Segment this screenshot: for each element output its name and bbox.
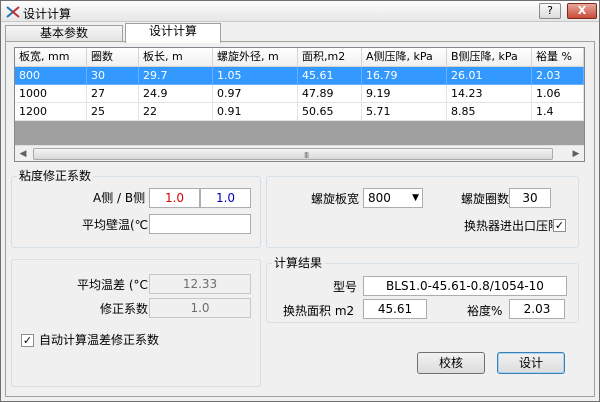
title-bar: 设计计算 ? X [1,1,599,22]
pressure-drop-checkbox[interactable]: ✓ [553,219,566,232]
cell-area: 50.65 [298,103,362,121]
heat-area-label: 换热面积 m2 [283,304,355,318]
column-header[interactable]: 圈数 [87,48,139,67]
auto-correction-label: 自动计算温差修正系数 [39,333,160,347]
table-header: 板宽, mm 圈数 板长, m 螺旋外径, m 面积,m2 A侧压降, kPa … [15,48,584,67]
results-group-title: 计算结果 [272,256,325,270]
column-header[interactable]: 裕量 % [532,48,584,67]
cell-plate-length: 22 [139,103,213,121]
column-header[interactable]: 螺旋外径, m [213,48,298,67]
cell-area: 47.89 [298,85,362,103]
cell-b-pressure-drop: 14.23 [447,85,532,103]
turns-field[interactable]: 30 [509,188,551,208]
auto-correction-checkbox[interactable]: ✓ [21,334,34,347]
table-row[interactable]: 1000 27 24.9 0.97 47.89 9.19 14.23 1.06 [15,85,584,103]
cell-plate-width: 800 [15,67,87,85]
app-icon [6,6,20,18]
viscosity-group [11,176,261,248]
spiral-params-group [266,176,579,248]
plate-width-select[interactable]: 800 ▼ [363,188,423,208]
table-row[interactable]: 800 30 29.7 1.05 45.61 16.79 26.01 2.03 [15,67,584,85]
grip-icon: III [304,151,309,160]
cell-plate-length: 29.7 [139,67,213,85]
a-side-value: 1.0 [164,191,185,205]
help-button[interactable]: ? [539,3,561,19]
pressure-drop-label: 换热器进出口压降 [464,219,561,233]
cell-a-pressure-drop: 5.71 [362,103,447,121]
cell-outer-diameter: 0.91 [213,103,298,121]
ab-side-label: A侧 / B侧 [93,191,146,205]
tab-basic-params[interactable]: 基本参数 [5,25,123,42]
plate-width-label: 螺旋板宽 [311,192,360,206]
wall-temp-label: 平均壁温(℃) [82,218,153,232]
results-table: 板宽, mm 圈数 板长, m 螺旋外径, m 面积,m2 A侧压降, kPa … [14,47,585,162]
correction-factor-field: 1.0 [149,298,251,318]
horizontal-scrollbar[interactable]: ◀ III ▶ [15,145,584,161]
cell-b-pressure-drop: 26.01 [447,67,532,85]
viscosity-group-title: 粘度修正系数 [17,169,94,183]
column-header[interactable]: 面积,m2 [298,48,362,67]
cell-a-pressure-drop: 16.79 [362,67,447,85]
check-button[interactable]: 校核 [417,352,485,374]
cell-margin: 1.4 [532,103,584,121]
a-side-field[interactable]: 1.0 [149,188,200,208]
scroll-left-icon[interactable]: ◀ [15,146,31,162]
b-side-field[interactable]: 1.0 [200,188,251,208]
window-title: 设计计算 [23,7,72,21]
table-row[interactable]: 1200 25 22 0.91 50.65 5.71 8.85 1.4 [15,103,584,121]
scroll-right-icon[interactable]: ▶ [568,146,584,162]
design-calc-window: 设计计算 ? X 基本参数 设计计算 板宽, mm 圈数 板长, m 螺旋外径,… [0,0,600,402]
cell-outer-diameter: 0.97 [213,85,298,103]
cell-outer-diameter: 1.05 [213,67,298,85]
plate-width-value: 800 [368,191,391,205]
cell-a-pressure-drop: 9.19 [362,85,447,103]
design-button[interactable]: 设计 [497,352,565,374]
cell-turns: 25 [87,103,139,121]
cell-plate-width: 1200 [15,103,87,121]
chevron-down-icon: ▼ [412,193,419,203]
tab-design-calc[interactable]: 设计计算 [125,23,221,43]
cell-margin: 1.06 [532,85,584,103]
cell-b-pressure-drop: 8.85 [447,103,532,121]
margin-field[interactable]: 2.03 [509,299,565,319]
model-field[interactable]: BLS1.0-45.61-0.8/1054-10 [363,276,567,296]
column-header[interactable]: 板长, m [139,48,213,67]
close-button[interactable]: X [567,3,597,19]
margin-label: 裕度% [467,304,503,318]
cell-margin: 2.03 [532,67,584,85]
cell-plate-width: 1000 [15,85,87,103]
cell-turns: 30 [87,67,139,85]
model-label: 型号 [333,280,358,294]
turns-label: 螺旋圈数 [461,192,510,206]
column-header[interactable]: 板宽, mm [15,48,87,67]
cell-area: 45.61 [298,67,362,85]
avg-temp-diff-field: 12.33 [149,274,251,294]
column-header[interactable]: B侧压降, kPa [447,48,532,67]
avg-temp-diff-label: 平均温差 (°C) [77,278,153,292]
tab-bar: 基本参数 设计计算 [5,23,595,43]
cell-turns: 27 [87,85,139,103]
b-side-value: 1.0 [215,191,236,205]
correction-factor-label: 修正系数 [100,302,149,316]
scroll-thumb[interactable]: III [33,148,553,160]
wall-temp-field[interactable] [149,214,251,234]
column-header[interactable]: A侧压降, kPa [362,48,447,67]
heat-area-field[interactable]: 45.61 [363,299,427,319]
cell-plate-length: 24.9 [139,85,213,103]
